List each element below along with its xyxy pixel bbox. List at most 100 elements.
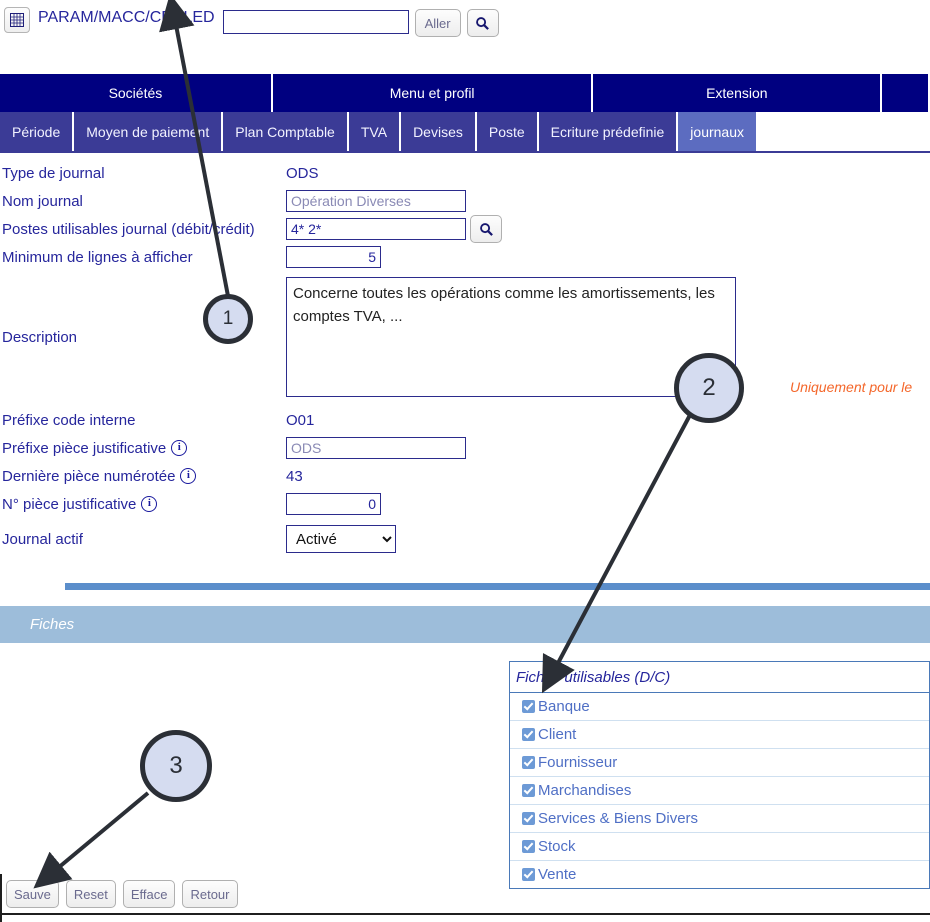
- footer-toolbar: Sauve Reset Efface Retour: [0, 880, 930, 908]
- tab-label: Poste: [488, 123, 525, 140]
- save-button[interactable]: Sauve: [6, 880, 59, 908]
- section-divider: [65, 583, 930, 590]
- tab-label: Devises: [413, 123, 463, 140]
- checkbox-banque[interactable]: [522, 700, 535, 713]
- field-row-prefixe-piece: Préfixe pièce justificative i: [0, 434, 930, 462]
- prefixe-piece-input[interactable]: [286, 437, 466, 459]
- label-minimum-lignes: Minimum de lignes à afficher: [2, 248, 193, 266]
- nav-tab-menu-et-profil[interactable]: Menu et profil: [272, 74, 592, 112]
- field-row-minimum-lignes: Minimum de lignes à afficher: [0, 243, 930, 271]
- value-prefixe-code-interne: O01: [286, 411, 315, 429]
- label-text: N° pièce justificative: [2, 495, 137, 513]
- list-item-label: Marchandises: [538, 782, 632, 799]
- tab-journaux[interactable]: journaux: [678, 112, 756, 151]
- checkbox-services-biens-divers[interactable]: [522, 812, 535, 825]
- tab-label: Période: [12, 123, 61, 140]
- minimum-lignes-input[interactable]: [286, 246, 381, 268]
- list-item[interactable]: Services & Biens Divers: [510, 805, 929, 833]
- annotation-callout-3: 3: [140, 730, 212, 802]
- fiches-utilisables-list: Fiches utilisables (D/C) Banque Client F…: [509, 661, 930, 889]
- field-row-nom-journal: Nom journal: [0, 187, 930, 215]
- label-prefixe-code-interne: Préfixe code interne: [2, 411, 136, 429]
- top-bar: PARAM/MACC/CFGLED Aller: [0, 0, 930, 74]
- annotation-number: 3: [169, 752, 183, 779]
- secondary-nav: Période Moyen de paiement Plan Comptable…: [0, 112, 930, 153]
- breadcrumb: PARAM/MACC/CFGLED: [38, 9, 215, 26]
- annotation-arrow-3: [33, 791, 150, 889]
- label-type-de-journal: Type de journal: [2, 164, 105, 182]
- postes-search-icon[interactable]: [470, 215, 502, 243]
- tab-periode[interactable]: Période: [0, 112, 73, 151]
- journal-form: Type de journal ODS Nom journal Postes u…: [0, 153, 930, 553]
- label-description: Description: [2, 328, 78, 346]
- section-header-fiches: Fiches: [0, 606, 930, 643]
- field-row-postes-utilisables: Postes utilisables journal (débit/crédit…: [0, 215, 930, 243]
- nav-tab-label: Extension: [706, 85, 768, 101]
- tab-label: TVA: [360, 123, 388, 140]
- tab-devises[interactable]: Devises: [401, 112, 475, 151]
- tab-plan-comptable[interactable]: Plan Comptable: [223, 112, 347, 151]
- list-item-label: Banque: [538, 698, 590, 715]
- nav-tab-label: Sociétés: [108, 85, 163, 101]
- label-derniere-piece: Dernière pièce numérotée i: [0, 468, 286, 485]
- list-item[interactable]: Client: [510, 721, 929, 749]
- tab-moyen-de-paiement[interactable]: Moyen de paiement: [74, 112, 222, 151]
- nav-tab-overflow[interactable]: [882, 74, 928, 112]
- label-prefixe-piece: Préfixe pièce justificative i: [0, 440, 286, 457]
- list-item-label: Fournisseur: [538, 754, 618, 771]
- fiches-list-header: Fiches utilisables (D/C): [510, 662, 929, 693]
- list-item[interactable]: Fournisseur: [510, 749, 929, 777]
- label-text: Préfixe pièce justificative: [2, 439, 167, 457]
- label-text: Dernière pièce numérotée: [2, 467, 176, 485]
- postes-utilisables-input[interactable]: [286, 218, 466, 240]
- checkbox-marchandises[interactable]: [522, 784, 535, 797]
- value-type-de-journal: ODS: [286, 164, 319, 182]
- section-title: Fiches: [30, 616, 75, 633]
- window-bottom-edge: [0, 913, 930, 915]
- checkbox-fournisseur[interactable]: [522, 756, 535, 769]
- field-row-type-de-journal: Type de journal ODS: [0, 159, 930, 187]
- field-row-prefixe-code-interne: Préfixe code interne O01: [0, 406, 930, 434]
- grid-icon[interactable]: [4, 7, 30, 33]
- reset-button[interactable]: Reset: [65, 880, 116, 908]
- journal-actif-select[interactable]: Activé Désactivé: [286, 525, 396, 553]
- info-icon[interactable]: i: [141, 496, 158, 512]
- tab-label: Ecriture prédefinie: [550, 123, 665, 140]
- description-textarea[interactable]: Concerne toutes les opérations comme les…: [286, 277, 736, 397]
- search-icon[interactable]: [466, 9, 499, 37]
- field-row-journal-actif: Journal actif Activé Désactivé: [0, 525, 930, 553]
- tab-label: Plan Comptable: [235, 123, 335, 140]
- list-item[interactable]: Stock: [510, 833, 929, 861]
- tab-poste[interactable]: Poste: [476, 112, 537, 151]
- go-button[interactable]: Aller: [414, 9, 461, 37]
- primary-nav: Sociétés Menu et profil Extension: [0, 74, 930, 112]
- num-piece-input[interactable]: [286, 493, 381, 515]
- list-item-label: Stock: [538, 838, 576, 855]
- tab-label: Moyen de paiement: [86, 123, 210, 140]
- info-icon[interactable]: i: [171, 440, 188, 456]
- checkbox-client[interactable]: [522, 728, 535, 741]
- nav-tab-societes[interactable]: Sociétés: [0, 74, 271, 112]
- tab-label: journaux: [690, 123, 744, 140]
- label-nom-journal: Nom journal: [2, 192, 83, 210]
- delete-button[interactable]: Efface: [122, 880, 176, 908]
- nav-tab-label: Menu et profil: [389, 85, 475, 101]
- list-item-label: Services & Biens Divers: [538, 810, 699, 827]
- tab-tva[interactable]: TVA: [348, 112, 400, 151]
- list-item[interactable]: Marchandises: [510, 777, 929, 805]
- info-icon[interactable]: i: [180, 468, 197, 484]
- tab-ecriture-predefinie[interactable]: Ecriture prédefinie: [538, 112, 677, 151]
- label-num-piece: N° pièce justificative i: [0, 496, 286, 513]
- nom-journal-input[interactable]: [286, 190, 466, 212]
- label-postes-utilisables: Postes utilisables journal (débit/crédit…: [2, 220, 255, 238]
- postes-hint-text: Uniquement pour le: [790, 379, 913, 395]
- value-derniere-piece: 43: [286, 467, 303, 485]
- back-button[interactable]: Retour: [182, 880, 238, 908]
- checkbox-stock[interactable]: [522, 840, 535, 853]
- field-row-num-piece: N° pièce justificative i: [0, 490, 930, 518]
- list-item[interactable]: Banque: [510, 693, 929, 721]
- list-item-label: Client: [538, 726, 577, 743]
- field-row-derniere-piece: Dernière pièce numérotée i 43: [0, 462, 930, 490]
- nav-tab-extension[interactable]: Extension: [593, 74, 881, 112]
- search-input[interactable]: [222, 10, 409, 34]
